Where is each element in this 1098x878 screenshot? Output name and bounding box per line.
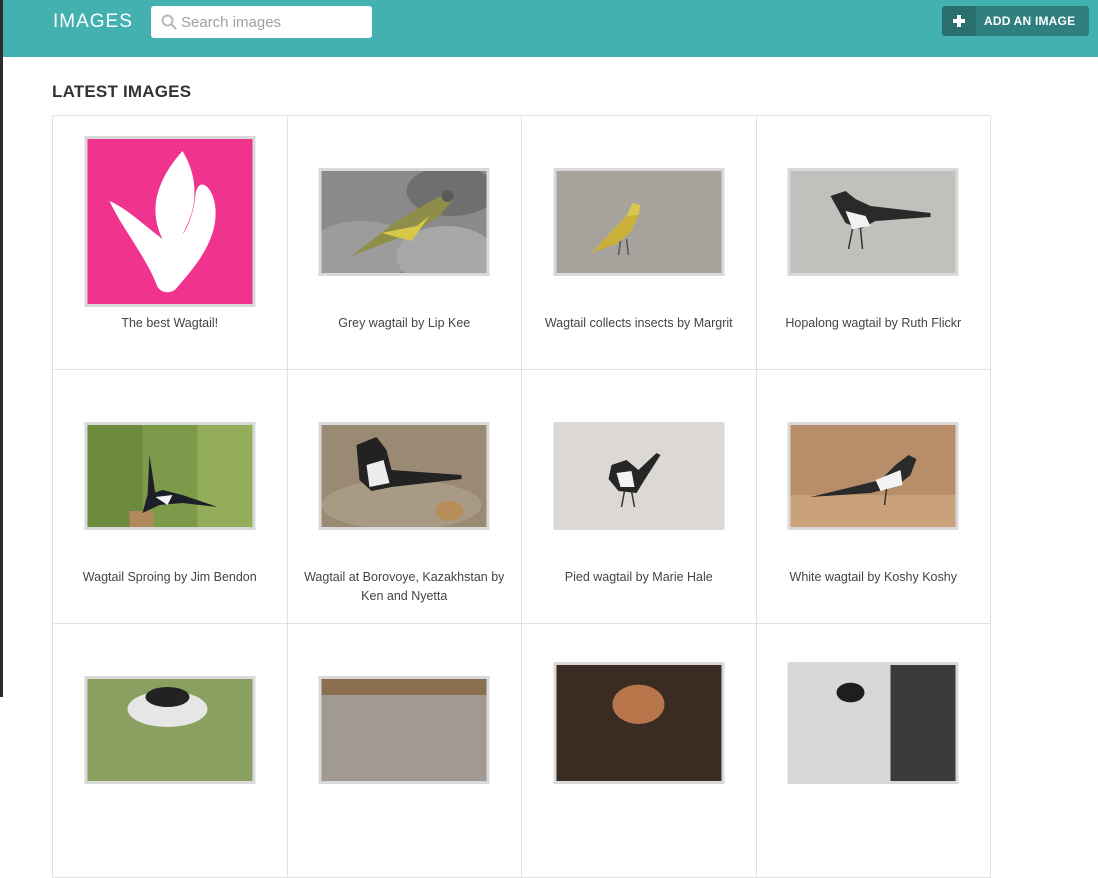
add-image-button[interactable]: ADD AN IMAGE	[942, 6, 1089, 36]
window-left-edge	[0, 0, 3, 697]
bird-photo-icon	[87, 679, 253, 781]
image-card[interactable]: Wagtail collects insects by Margrit	[522, 116, 757, 370]
image-thumbnail	[318, 422, 490, 530]
image-card[interactable]	[287, 624, 522, 878]
image-card[interactable]: Grey wagtail by Lip Kee	[287, 116, 522, 370]
image-card[interactable]	[522, 624, 757, 878]
bird-photo-icon	[790, 171, 956, 273]
search-icon	[161, 14, 177, 30]
image-card[interactable]: Wagtail Sproing by Jim Bendon	[53, 370, 288, 624]
image-caption: The best Wagtail!	[121, 316, 219, 330]
page-title: IMAGES	[53, 11, 133, 32]
image-card[interactable]: Hopalong wagtail by Ruth Flickr	[756, 116, 991, 370]
search-box[interactable]	[151, 6, 372, 38]
image-caption: White wagtail by Koshy Koshy	[789, 570, 957, 584]
image-card[interactable]	[756, 624, 991, 878]
image-caption: Wagtail Sproing by Jim Bendon	[82, 570, 257, 584]
bird-photo-icon	[790, 425, 956, 527]
image-thumbnail	[318, 168, 490, 276]
image-card[interactable]	[53, 624, 288, 878]
bird-photo-icon	[321, 679, 487, 781]
image-thumbnail	[318, 676, 490, 784]
image-caption: Hopalong wagtail by Ruth Flickr	[785, 316, 962, 330]
image-caption: Wagtail at Borovoye, Kazakhstan by Ken a…	[304, 570, 505, 603]
bird-photo-icon	[87, 425, 253, 527]
bird-photo-icon	[321, 171, 487, 273]
image-thumbnail	[787, 168, 959, 276]
image-thumbnail	[553, 662, 725, 784]
search-input[interactable]	[181, 6, 366, 38]
bird-photo-icon	[556, 665, 722, 781]
plus-icon	[942, 6, 976, 36]
bird-photo-icon	[321, 425, 487, 527]
image-thumbnail	[84, 422, 256, 530]
bird-photo-icon	[556, 171, 722, 273]
image-thumbnail	[553, 422, 725, 530]
image-grid: The best Wagtail! Grey wagtail by Lip Ke…	[52, 115, 991, 878]
section-title: LATEST IMAGES	[52, 82, 192, 101]
wagtail-logo-icon	[87, 139, 253, 304]
add-image-label: ADD AN IMAGE	[984, 14, 1076, 28]
image-card[interactable]: Wagtail at Borovoye, Kazakhstan by Ken a…	[287, 370, 522, 624]
bird-photo-icon	[556, 425, 722, 527]
image-card[interactable]: The best Wagtail!	[53, 116, 288, 370]
image-card[interactable]: Pied wagtail by Marie Hale	[522, 370, 757, 624]
wagtail-logo-thumbnail	[84, 136, 256, 307]
image-thumbnail	[84, 676, 256, 784]
image-caption: Pied wagtail by Marie Hale	[564, 570, 713, 584]
image-caption: Grey wagtail by Lip Kee	[338, 316, 471, 330]
image-caption: Wagtail collects insects by Margrit	[544, 316, 733, 330]
image-thumbnail	[787, 422, 959, 530]
image-card[interactable]: White wagtail by Koshy Koshy	[756, 370, 991, 624]
image-thumbnail	[553, 168, 725, 276]
header-bar: IMAGES ADD AN IMAGE	[3, 0, 1098, 57]
bird-photo-icon	[790, 665, 956, 781]
image-thumbnail	[787, 662, 959, 784]
